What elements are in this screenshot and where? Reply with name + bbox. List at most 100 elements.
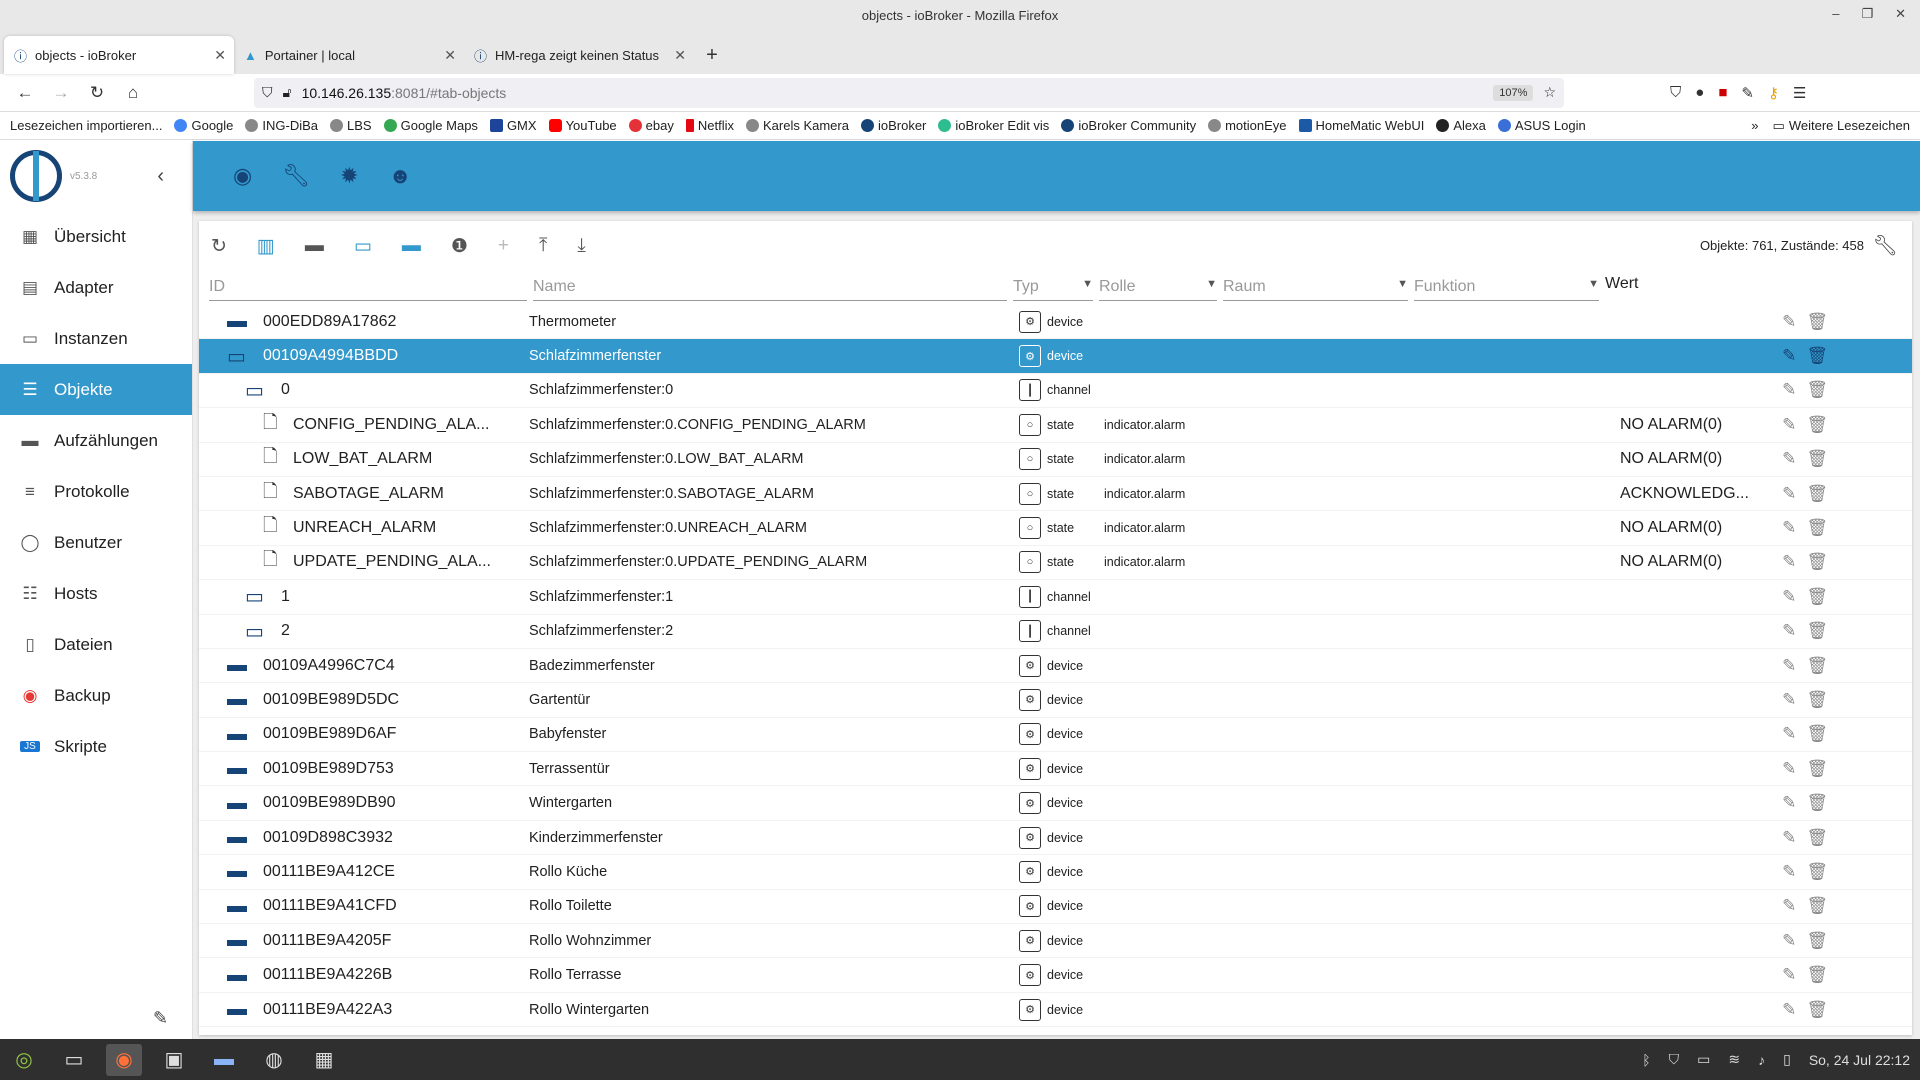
delete-trash-icon[interactable]: 🗑︎ [1806, 552, 1828, 572]
edit-pencil-icon[interactable]: ✎ [1782, 862, 1796, 882]
bookmark-item[interactable]: LBS [330, 118, 372, 133]
expert-mode-icon[interactable]: ☻ [389, 163, 412, 189]
extension-pdf-icon[interactable]: ■ [1718, 84, 1727, 102]
bookmark-item[interactable]: ioBroker Community [1061, 118, 1196, 133]
url-bar[interactable]: ⛉ 🔓︎ 10.146.26.135:8081/#tab-objects 107… [254, 77, 1564, 108]
close-tab-icon[interactable]: ✕ [674, 47, 686, 64]
chevron-left-icon[interactable]: ‹ [157, 165, 164, 188]
table-row[interactable]: ▭ 1 Schlafzimmerfenster:1 ┃ channel ✎ 🗑︎ [199, 580, 1912, 615]
upload-icon[interactable]: ⤒ [539, 235, 547, 257]
filter-id-input[interactable]: ID [209, 278, 527, 301]
edit-pencil-icon[interactable]: ✎ [1782, 587, 1796, 607]
edit-pencil-icon[interactable]: ✎ [1782, 759, 1796, 779]
filter-funktion-select[interactable]: Funktion ▼ [1414, 278, 1599, 301]
sidebar-item-instances[interactable]: ▭ Instanzen [0, 313, 192, 364]
filter-raum-select[interactable]: Raum ▼ [1223, 278, 1408, 301]
new-tab-button[interactable]: + [694, 36, 730, 74]
battery-icon[interactable]: ▯ [1783, 1051, 1791, 1068]
edit-pencil-icon[interactable]: ✎ [1782, 724, 1796, 744]
bookmark-item[interactable]: YouTube [548, 118, 617, 133]
columns-icon[interactable]: ▥ [257, 235, 275, 258]
tab-hm-rega[interactable]: ⓘ HM-rega zeigt keinen Status ✕ [464, 36, 694, 74]
edit-pencil-icon[interactable]: ✎ [1782, 793, 1796, 813]
delete-trash-icon[interactable]: 🗑︎ [1806, 862, 1828, 882]
sidebar-item-user[interactable]: ◯ Benutzer [0, 517, 192, 568]
delete-trash-icon[interactable]: 🗑︎ [1806, 518, 1828, 538]
delete-trash-icon[interactable]: 🗑︎ [1806, 312, 1828, 332]
delete-trash-icon[interactable]: 🗑︎ [1806, 690, 1828, 710]
bookmark-item[interactable]: Google Maps [383, 118, 478, 133]
folder-closed-icon[interactable]: ▬ [305, 235, 324, 257]
add-icon[interactable]: + [498, 235, 509, 257]
file-icon[interactable]: 🗋︎ [263, 479, 283, 509]
sidebar-item-log[interactable]: ≡ Protokolle [0, 466, 192, 517]
edit-pencil-icon[interactable]: ✎ [1782, 484, 1796, 504]
close-tab-icon[interactable]: ✕ [444, 47, 456, 64]
file-icon[interactable]: 🗋︎ [263, 444, 283, 474]
delete-trash-icon[interactable]: 🗑︎ [1806, 896, 1828, 916]
pencil-icon[interactable]: ✎ [153, 1008, 168, 1029]
forward-icon[interactable]: → [46, 78, 76, 108]
bookmark-item[interactable]: Karels Kamera [745, 118, 849, 133]
folder-closed-icon[interactable]: ▬ [227, 826, 253, 849]
table-row[interactable]: ▭ 00109A4994BBDD Schlafzimmerfenster ⚙ devic… [199, 339, 1912, 374]
zoom-level[interactable]: 107% [1493, 84, 1534, 101]
table-row[interactable]: ▬ 00111BE9A422A3 Rollo Wintergarten ⚙ device… [199, 993, 1912, 1028]
number-one-icon[interactable]: ❶ [451, 235, 468, 258]
edit-pencil-icon[interactable]: ✎ [1782, 896, 1796, 916]
screenshot-icon[interactable]: ◍ [256, 1044, 292, 1076]
sidebar-item-hosts[interactable]: ☷ Hosts [0, 568, 192, 619]
delete-trash-icon[interactable]: 🗑︎ [1806, 621, 1828, 641]
folder-closed-icon[interactable]: ▬ [227, 998, 253, 1021]
delete-trash-icon[interactable]: 🗑︎ [1806, 724, 1828, 744]
table-row[interactable]: ▬ 00109BE989D753 Terrassentür ⚙ device ✎ 🗑︎ [199, 752, 1912, 787]
edit-pencil-icon[interactable]: ✎ [1782, 346, 1796, 366]
folder-closed-icon[interactable]: ▬ [227, 723, 253, 746]
wifi-icon[interactable]: ≋ [1728, 1051, 1740, 1068]
chevron-more-icon[interactable]: » [1751, 118, 1758, 133]
filter-rolle-select[interactable]: Rolle ▼ [1099, 278, 1217, 301]
maximize-icon[interactable]: ❐ [1861, 6, 1873, 22]
table-row[interactable]: ▬ 00111BE9A41CFD Rollo Toilette ⚙ device ✎ 🗑︎ [199, 890, 1912, 925]
sidebar-item-list[interactable]: ☰ Objekte [0, 364, 192, 415]
bookmark-star-icon[interactable]: ☆ [1543, 84, 1556, 101]
file-icon[interactable]: 🗋︎ [263, 513, 283, 543]
table-row[interactable]: ▬ 00109BE989D6AF Babyfenster ⚙ device ✎ 🗑︎ [199, 718, 1912, 753]
delete-trash-icon[interactable]: 🗑︎ [1806, 759, 1828, 779]
delete-trash-icon[interactable]: 🗑︎ [1806, 828, 1828, 848]
bookmark-item[interactable]: Lesezeichen importieren... [10, 118, 162, 133]
menu-icon[interactable]: ☰ [1793, 84, 1806, 102]
table-row[interactable]: ▬ 00109D898C3932 Kinderzimmerfenster ⚙ devic… [199, 821, 1912, 856]
wrench-icon[interactable]: 🔧︎ [282, 163, 310, 189]
table-row[interactable]: ▬ 00111BE9A4226B Rollo Terrasse ⚙ device ✎ 🗑︎ [199, 958, 1912, 993]
edit-pencil-icon[interactable]: ✎ [1782, 415, 1796, 435]
start-menu-icon[interactable]: ◎ [6, 1044, 42, 1076]
close-window-icon[interactable]: ✕ [1895, 6, 1906, 22]
folder-closed-icon[interactable]: ▬ [227, 654, 253, 677]
table-row[interactable]: 🗋︎ LOW_BAT_ALARM Schlafzimmerfenster:0.LOW… [199, 443, 1912, 477]
delete-trash-icon[interactable]: 🗑︎ [1806, 965, 1828, 985]
close-tab-icon[interactable]: ✕ [214, 47, 226, 64]
bookmark-item[interactable]: ASUS Login [1497, 118, 1586, 133]
row-value[interactable]: ACKNOWLEDG... [1620, 485, 1770, 503]
extension-key-icon[interactable]: ⚷ [1768, 84, 1779, 102]
folder-closed-icon[interactable]: ▬ [227, 688, 253, 711]
edit-pencil-icon[interactable]: ✎ [1782, 656, 1796, 676]
show-desktop-icon[interactable]: ▭ [56, 1044, 92, 1076]
folder-icon[interactable]: ▬ [402, 235, 421, 257]
row-value[interactable]: NO ALARM(0) [1620, 519, 1770, 537]
extension-k-icon[interactable]: ● [1695, 84, 1704, 102]
edit-pencil-icon[interactable]: ✎ [1782, 690, 1796, 710]
home-icon[interactable]: ⌂ [118, 78, 148, 108]
delete-trash-icon[interactable]: 🗑︎ [1806, 449, 1828, 469]
table-row[interactable]: 🗋︎ SABOTAGE_ALARM Schlafzimmerfenster:0.SA… [199, 477, 1912, 512]
table-row[interactable]: ▬ 00111BE9A412CE Rollo Küche ⚙ device ✎ 🗑︎ [199, 855, 1912, 890]
delete-trash-icon[interactable]: 🗑︎ [1806, 1000, 1828, 1020]
terminal-icon[interactable]: ▣ [156, 1044, 192, 1076]
calculator-icon[interactable]: ▦ [306, 1044, 342, 1076]
edit-pencil-icon[interactable]: ✎ [1782, 965, 1796, 985]
table-row[interactable]: ▭ 2 Schlafzimmerfenster:2 ┃ channel ✎ 🗑︎ [199, 615, 1912, 649]
bookmark-item[interactable]: ioBroker [860, 118, 926, 133]
folder-closed-icon[interactable]: ▬ [227, 929, 253, 952]
folder-closed-icon[interactable]: ▬ [227, 860, 253, 883]
